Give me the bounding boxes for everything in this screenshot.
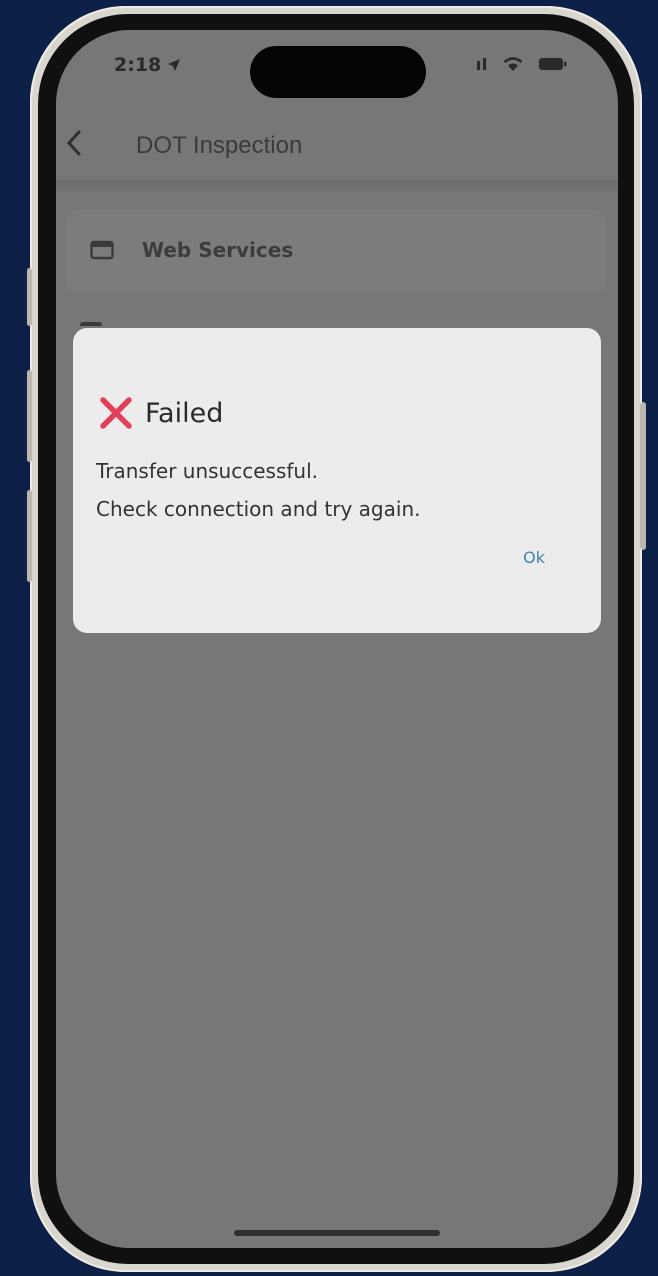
menu-item-web-services[interactable]: Web Services xyxy=(66,210,606,292)
volume-up-button xyxy=(27,370,32,462)
calendar-icon xyxy=(90,240,114,260)
dynamic-island xyxy=(250,46,426,98)
volume-down-button xyxy=(27,490,32,582)
dialog-message: Transfer unsuccessful. Check connection … xyxy=(96,452,420,528)
location-arrow-icon xyxy=(168,59,181,71)
wifi-icon xyxy=(503,57,523,71)
page-title: DOT Inspection xyxy=(136,132,303,159)
battery-icon xyxy=(539,58,567,70)
back-button[interactable] xyxy=(64,128,84,164)
status-icons xyxy=(476,56,568,72)
phone-screen: 2:18 DOT Inspection Web Services Failed … xyxy=(56,30,618,1248)
menu-item-label: Web Services xyxy=(142,238,294,262)
nav-header: DOT Inspection xyxy=(56,120,618,182)
home-indicator[interactable] xyxy=(234,1230,440,1236)
dialog-title: Failed xyxy=(145,397,224,429)
power-button xyxy=(640,402,646,550)
dialog-title-row: Failed xyxy=(99,396,223,430)
action-button xyxy=(27,268,32,326)
error-dialog: Failed Transfer unsuccessful. Check conn… xyxy=(73,328,601,633)
chevron-left-icon xyxy=(66,130,81,156)
dialog-message-line-1: Transfer unsuccessful. xyxy=(96,459,318,483)
status-time-text: 2:18 xyxy=(114,54,162,76)
status-bar: 2:18 xyxy=(56,30,618,120)
ok-button[interactable]: Ok xyxy=(517,544,551,571)
x-mark-icon xyxy=(100,397,132,429)
dialog-message-line-2: Check connection and try again. xyxy=(96,497,421,521)
header-divider xyxy=(56,180,618,194)
sim-icon xyxy=(477,58,486,70)
status-time: 2:18 xyxy=(114,54,181,76)
